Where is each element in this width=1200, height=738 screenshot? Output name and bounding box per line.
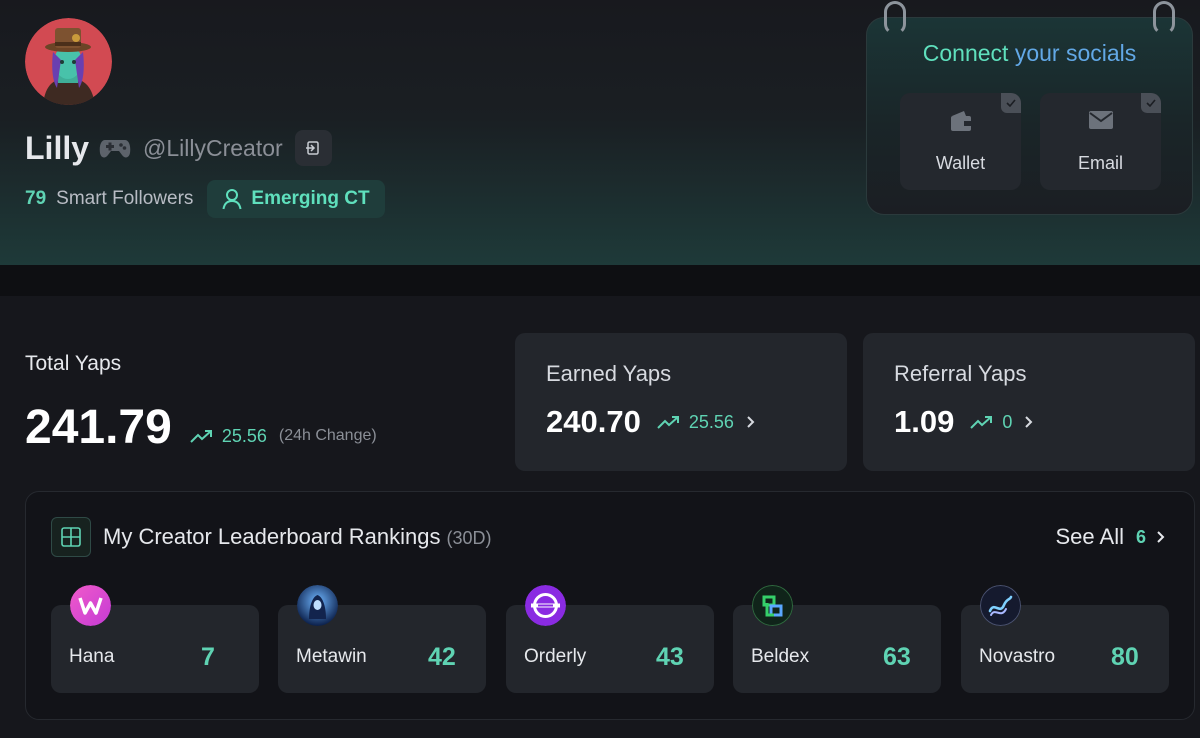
beldex-logo-icon [752,585,793,626]
ranking-position: 80 [1111,643,1139,671]
user-icon [222,189,242,210]
username-row: Lilly @LillyCreator [25,128,332,168]
trending-up-icon [657,416,679,429]
connect-socials-card: Connect your socials Wallet Email [866,1,1193,215]
leaderboard-title: My Creator Leaderboard Rankings (30D) [103,524,492,549]
smart-followers-label: Smart Followers [56,188,194,209]
followers-row: 79 Smart Followers Emerging CT [25,180,385,218]
logout-icon [306,141,319,155]
user-handle: @LillyCreator [143,134,283,161]
see-all-label: See All [1055,524,1124,549]
earned-yaps-card[interactable]: Earned Yaps 240.70 25.56 [515,333,847,471]
novastro-logo-icon [980,585,1021,626]
referral-yaps-label: Referral Yaps [894,361,1027,386]
logout-button[interactable] [294,130,332,166]
ranking-position: 43 [656,643,684,671]
ranking-position: 42 [428,643,456,671]
ranking-position: 7 [201,643,215,671]
orderly-logo-icon [525,585,566,626]
see-all-button[interactable]: See All 6 [1055,524,1166,550]
earned-yaps-label: Earned Yaps [546,361,672,386]
ranking-position: 63 [883,643,911,671]
ranking-card-metawin[interactable]: Metawin 42 [278,585,486,693]
hana-logo-icon [70,585,111,626]
socials-title: Connect your socials [922,40,1137,66]
referral-yaps-change: 0 [1002,411,1013,432]
referral-yaps-value: 1.09 [894,404,955,439]
connect-wallet-button[interactable]: Wallet [900,93,1021,190]
total-yaps: Total Yaps 241.79 25.56 (24h Change) [25,352,377,454]
display-name: Lilly [25,129,90,166]
avatar[interactable] [25,18,112,105]
earned-yaps-value: 240.70 [546,404,641,439]
ranking-name: Hana [69,646,115,667]
total-yaps-label: Total Yaps [25,352,122,375]
total-yaps-change: 25.56 [221,425,267,446]
earned-yaps-change: 25.56 [688,411,734,432]
chevron-right-icon [747,416,755,428]
ring-icon [1153,1,1175,35]
leaderboard-period: (30D) [446,528,492,548]
gamepad-icon [99,136,131,160]
ring-icon [884,1,906,35]
status-badge: Emerging CT [207,180,385,218]
trending-up-icon [190,430,212,443]
change-period-note: (24h Change) [278,427,377,444]
ranking-card-novastro[interactable]: Novastro 80 [961,585,1169,693]
referral-yaps-card[interactable]: Referral Yaps 1.09 0 [863,333,1195,471]
chevron-right-icon [1025,416,1033,428]
section-divider [0,265,1200,296]
ranking-name: Beldex [751,646,810,667]
total-yaps-value: 241.79 [25,401,172,454]
ranking-card-orderly[interactable]: Orderly 43 [506,585,714,693]
ranking-name: Orderly [524,646,587,667]
connect-email-button[interactable]: Email [1040,93,1161,190]
chevron-right-icon [1156,530,1166,544]
leaderboard-icon [51,517,91,557]
metawin-logo-icon [297,585,338,626]
ranking-card-hana[interactable]: Hana 7 [51,585,259,693]
wallet-label: Wallet [935,153,986,173]
ranking-name: Novastro [979,646,1056,667]
envelope-icon [1040,110,1161,130]
see-all-count: 6 [1135,526,1146,547]
ranking-name: Metawin [296,646,367,667]
badge-label: Emerging CT [251,188,370,209]
smart-followers-count: 79 [25,188,47,209]
leaderboard-panel: My Creator Leaderboard Rankings (30D) See… [25,491,1195,720]
ranking-card-beldex[interactable]: Beldex 63 [733,585,941,693]
trending-up-icon [970,416,993,429]
wallet-icon [900,110,1021,132]
email-label: Email [1077,153,1123,173]
